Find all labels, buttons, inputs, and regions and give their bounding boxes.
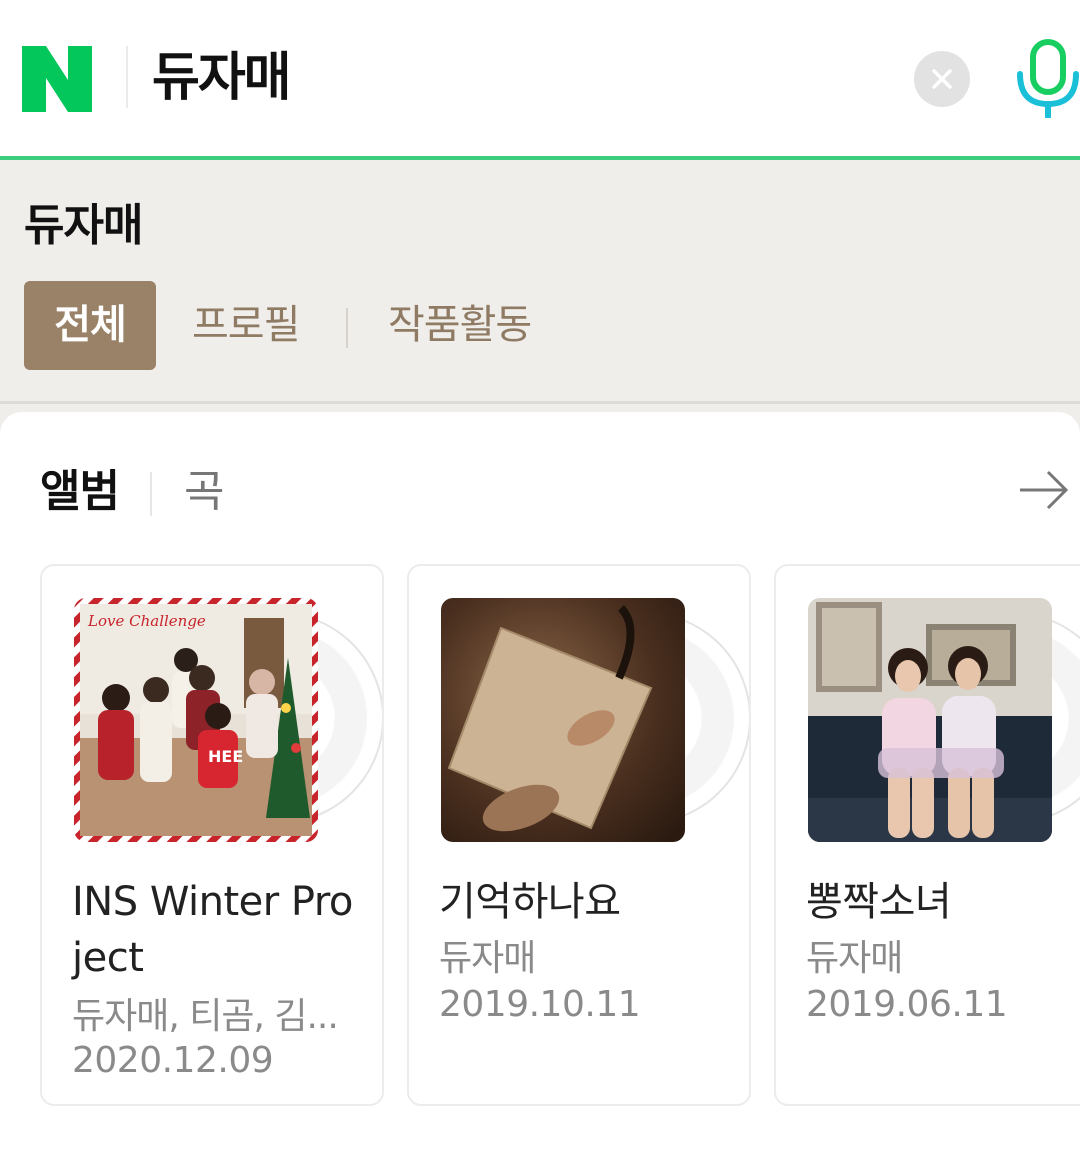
- close-icon: [932, 69, 952, 89]
- arrow-right-icon[interactable]: [1018, 466, 1070, 514]
- album-card[interactable]: 뽕짝소녀 듀자매 2019.06.11: [774, 564, 1080, 1106]
- album-card[interactable]: HEE Love Challenge INS Winter Project 듀자…: [40, 564, 384, 1106]
- album-title: INS Winter Project: [72, 879, 353, 981]
- tab-all[interactable]: 전체: [24, 281, 156, 370]
- album-cover: HEE Love Challenge: [74, 598, 318, 842]
- clear-button[interactable]: [914, 51, 970, 107]
- album-artist: 듀자매: [439, 938, 536, 979]
- tab-profile[interactable]: 프로필: [192, 281, 300, 370]
- tab-works[interactable]: 작품활동: [388, 281, 532, 370]
- artist-title: 듀자매: [24, 200, 143, 251]
- album-artist: 듀자매: [806, 938, 903, 979]
- tab-divider: [346, 308, 348, 348]
- search-divider: [126, 46, 128, 108]
- cover-caption: Love Challenge: [87, 612, 206, 630]
- album-cover: [441, 598, 685, 842]
- voice-search-button[interactable]: [1012, 38, 1080, 120]
- naver-logo[interactable]: [22, 46, 92, 112]
- search-input[interactable]: 듀자매: [152, 42, 292, 114]
- album-date: 2019.06.11: [806, 984, 1008, 1025]
- search-bar: 듀자매: [0, 0, 1080, 160]
- tab-song[interactable]: 곡: [184, 462, 224, 522]
- sub-tab-divider: [150, 472, 152, 516]
- artist-header: 듀자매 전체 프로필 작품활동: [0, 160, 1080, 404]
- svg-text:HEE: HEE: [208, 747, 243, 766]
- album-title: 기억하나요: [439, 879, 621, 925]
- album-cover: [808, 598, 1052, 842]
- album-date: 2019.10.11: [439, 984, 641, 1025]
- album-date: 2020.12.09: [72, 1040, 274, 1081]
- tab-album[interactable]: 앨범: [40, 462, 120, 522]
- album-title: 뽕짝소녀: [806, 879, 952, 925]
- album-card[interactable]: 기억하나요 듀자매 2019.10.11: [407, 564, 751, 1106]
- microphone-icon: [1017, 39, 1079, 118]
- album-artist: 듀자매, 티곰, 김...: [72, 996, 339, 1037]
